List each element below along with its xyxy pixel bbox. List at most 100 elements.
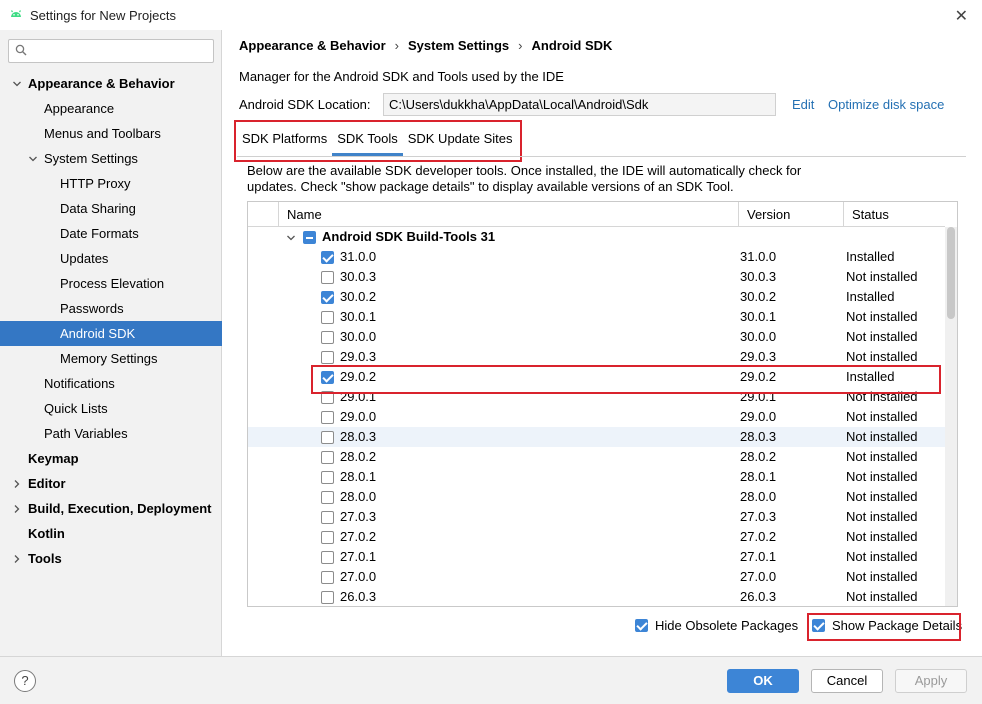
table-row[interactable]: 30.0.2 30.0.2 Installed [248,287,945,307]
cell-status: Not installed [846,569,918,584]
sidebar-item[interactable]: Path Variables [0,421,222,446]
table-header: Name Version Status [248,202,945,227]
sidebar-item[interactable]: Process Elevation [0,271,222,296]
chevron-right-icon[interactable] [12,504,22,514]
table-row[interactable]: 28.0.3 28.0.3 Not installed [248,427,945,447]
group-checkbox[interactable] [303,231,316,244]
table-row[interactable]: 27.0.0 27.0.0 Not installed [248,567,945,587]
table-row[interactable]: 28.0.2 28.0.2 Not installed [248,447,945,467]
sidebar-item[interactable]: Menus and Toolbars [0,121,222,146]
column-header-name[interactable]: Name [278,202,738,227]
cell-status: Not installed [846,469,918,484]
sidebar-item[interactable]: System Settings [0,146,222,171]
table-row[interactable]: 31.0.0 31.0.0 Installed [248,247,945,267]
cell-version: 28.0.0 [740,489,777,504]
row-checkbox[interactable] [321,411,334,424]
apply-button[interactable]: Apply [895,669,967,693]
table-row[interactable]: 27.0.1 27.0.1 Not installed [248,547,945,567]
sidebar-item[interactable]: Tools [0,546,222,571]
table-row[interactable]: 27.0.2 27.0.2 Not installed [248,527,945,547]
table-row[interactable]: 26.0.3 26.0.3 Not installed [248,587,945,606]
sidebar-item[interactable]: Appearance [0,96,222,121]
sidebar-item[interactable]: Passwords [0,296,222,321]
chevron-right-icon[interactable] [12,554,22,564]
sidebar-item-label: Appearance [44,101,115,116]
table-row[interactable]: 28.0.1 28.0.1 Not installed [248,467,945,487]
row-checkbox[interactable] [321,291,334,304]
row-checkbox[interactable] [321,571,334,584]
window-title: Settings for New Projects [30,7,176,23]
sidebar-item-label: Menus and Toolbars [44,126,161,141]
hide-obsolete-checkbox[interactable] [635,619,648,632]
row-checkbox[interactable] [321,551,334,564]
dialog-footer: ? OK Cancel Apply [0,656,982,704]
cell-status: Installed [846,289,895,304]
table-row[interactable]: 30.0.0 30.0.0 Not installed [248,327,945,347]
cell-name: 28.0.1 [340,469,377,484]
table-row[interactable]: 29.0.0 29.0.0 Not installed [248,407,945,427]
cell-status: Not installed [846,309,918,324]
sidebar-item[interactable]: Build, Execution, Deployment [0,496,222,521]
cell-status: Not installed [846,509,918,524]
sidebar-item[interactable]: Quick Lists [0,396,222,421]
sidebar-item[interactable]: Data Sharing [0,196,222,221]
chevron-down-icon[interactable] [12,79,22,89]
edit-link[interactable]: Edit [792,97,814,112]
sidebar-item[interactable]: HTTP Proxy [0,171,222,196]
table-row[interactable]: 28.0.0 28.0.0 Not installed [248,487,945,507]
row-checkbox[interactable] [321,251,334,264]
row-checkbox[interactable] [321,271,334,284]
help-icon[interactable]: ? [14,670,36,692]
cell-version: 27.0.1 [740,549,777,564]
row-checkbox[interactable] [321,491,334,504]
search-input[interactable] [8,39,214,63]
chevron-down-icon[interactable] [286,233,296,243]
cell-name: 27.0.1 [340,549,377,564]
table-scrollbar[interactable] [945,227,957,606]
table-group-row[interactable]: Android SDK Build-Tools 31 [248,227,945,247]
sidebar-item[interactable]: Updates [0,246,222,271]
row-checkbox[interactable] [321,591,334,604]
optimize-disk-space-link[interactable]: Optimize disk space [828,97,944,112]
row-checkbox[interactable] [321,471,334,484]
sidebar-item[interactable]: Notifications [0,371,222,396]
ok-button[interactable]: OK [727,669,799,693]
hide-obsolete-label: Hide Obsolete Packages [655,618,799,633]
row-checkbox[interactable] [321,511,334,524]
column-header-version[interactable]: Version [738,202,843,227]
row-highlight-box [311,365,941,394]
cell-status: Not installed [846,409,918,424]
chevron-down-icon[interactable] [28,154,38,164]
row-checkbox[interactable] [321,351,334,364]
sidebar-item[interactable]: Editor [0,471,222,496]
sidebar-item[interactable]: Keymap [0,446,222,471]
table-row[interactable]: 27.0.3 27.0.3 Not installed [248,507,945,527]
table-row[interactable]: 30.0.1 30.0.1 Not installed [248,307,945,327]
hide-obsolete-option[interactable]: Hide Obsolete Packages [635,618,798,633]
row-checkbox[interactable] [321,431,334,444]
column-header-status[interactable]: Status [843,202,945,227]
table-row[interactable]: 29.0.3 29.0.3 Not installed [248,347,945,367]
sidebar-item[interactable]: Android SDK [0,321,222,346]
table-row[interactable]: 30.0.3 30.0.3 Not installed [248,267,945,287]
cancel-button[interactable]: Cancel [811,669,883,693]
sidebar-item-label: Process Elevation [60,276,165,291]
close-icon[interactable]: ✕ [955,6,968,26]
sidebar-item[interactable]: Memory Settings [0,346,222,371]
sdk-location-field[interactable]: C:\Users\dukkha\AppData\Local\Android\Sd… [383,93,776,116]
sidebar-item-label: Memory Settings [60,351,158,366]
sidebar-item[interactable]: Appearance & Behavior [0,71,222,96]
sidebar-item[interactable]: Date Formats [0,221,222,246]
title-bar: Settings for New Projects ✕ [0,0,982,30]
sidebar-item-label: Path Variables [44,426,128,441]
sidebar-item[interactable]: Kotlin [0,521,222,546]
row-checkbox[interactable] [321,531,334,544]
row-checkbox[interactable] [321,331,334,344]
chevron-right-icon[interactable] [12,479,22,489]
scrollbar-thumb[interactable] [947,227,955,319]
row-checkbox[interactable] [321,451,334,464]
row-checkbox[interactable] [321,311,334,324]
cell-version: 31.0.0 [740,249,777,264]
sidebar-item-label: HTTP Proxy [60,176,131,191]
cell-version: 28.0.1 [740,469,777,484]
